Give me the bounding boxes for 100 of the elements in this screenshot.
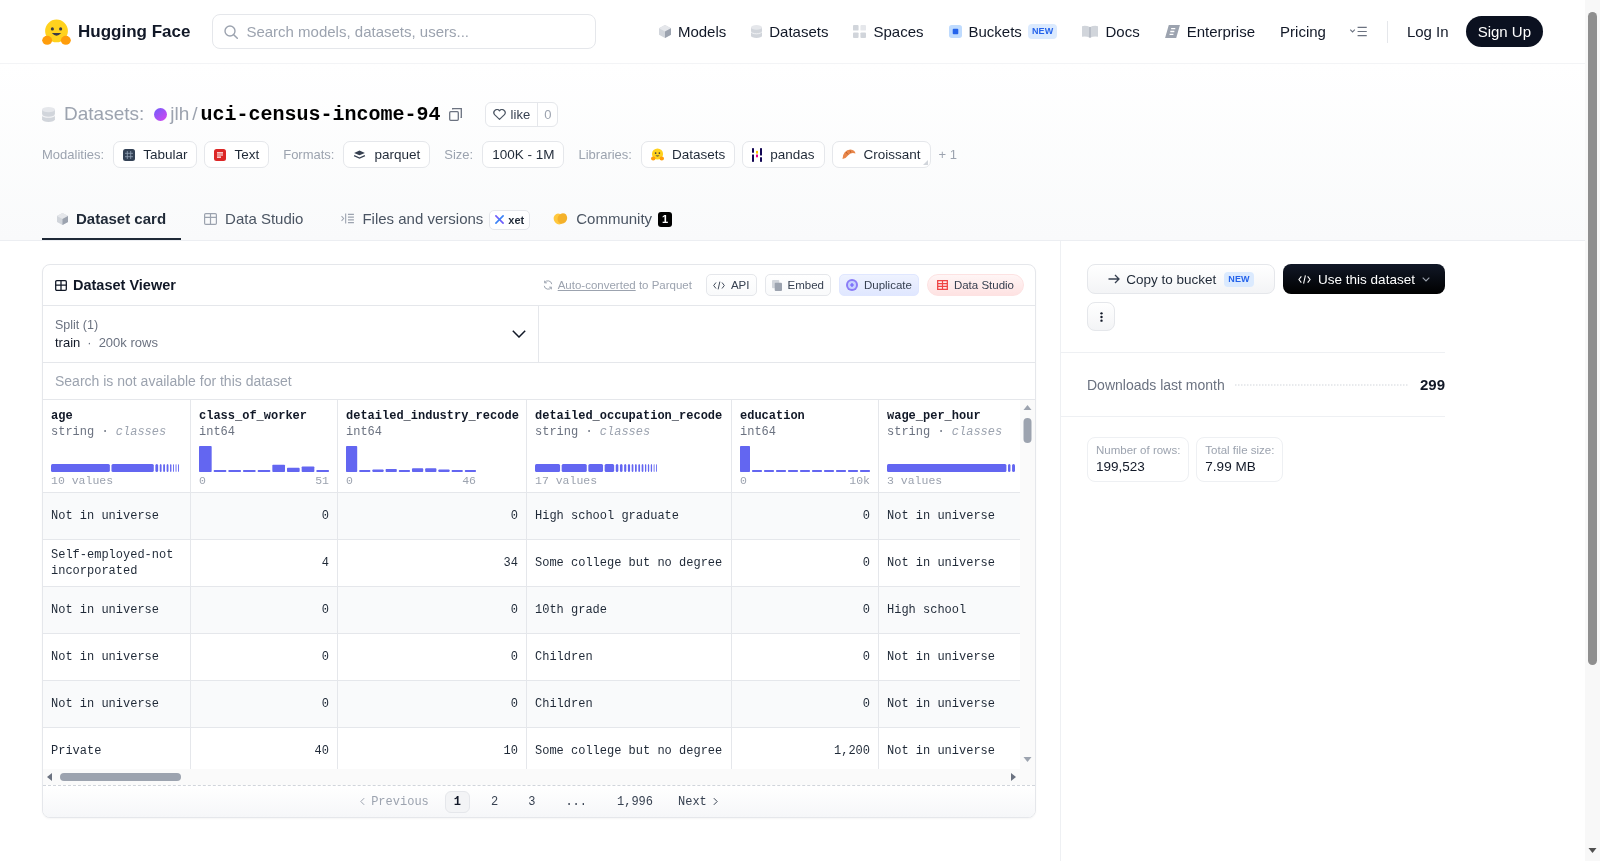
page-scrollbar[interactable] bbox=[1585, 0, 1600, 861]
split-dropdown[interactable]: Split (1) train · 200k rows bbox=[43, 306, 539, 362]
tag-chip[interactable]: Croissant bbox=[831, 141, 931, 168]
nav-link[interactable]: Datasets bbox=[751, 23, 829, 40]
nav-link[interactable]: Spaces bbox=[853, 23, 924, 40]
tab[interactable]: Data Studio bbox=[189, 199, 319, 240]
search-field[interactable]: Search models, datasets, users... bbox=[212, 14, 597, 49]
table-cell: 0 bbox=[862, 555, 870, 571]
tag-chip[interactable]: pandas bbox=[742, 141, 825, 168]
stack-icon bbox=[771, 279, 782, 291]
table-cell: 10 bbox=[503, 743, 518, 759]
table-cell: 10th grade bbox=[535, 602, 607, 618]
table-cell: Not in universe bbox=[51, 696, 160, 712]
column-type: int64 bbox=[346, 424, 383, 440]
page-link[interactable]: 1 bbox=[444, 790, 470, 813]
login-link[interactable]: Log In bbox=[1406, 23, 1449, 40]
column-type: int64 bbox=[740, 424, 777, 440]
heart-icon bbox=[492, 108, 506, 120]
like-count: 0 bbox=[537, 102, 558, 126]
page-link[interactable]: 2 bbox=[482, 790, 508, 813]
tag-chip[interactable]: Datasets bbox=[640, 141, 736, 168]
table-cell: Some college but no degree bbox=[535, 555, 723, 571]
code-icon bbox=[1298, 274, 1312, 284]
viewer-action-button[interactable]: Data Studio bbox=[926, 274, 1024, 296]
page-link[interactable]: 3 bbox=[519, 790, 545, 813]
column-name: education bbox=[740, 408, 806, 424]
table-cell: Not in universe bbox=[887, 696, 996, 712]
table-cell: Not in universe bbox=[887, 555, 996, 571]
nav-link[interactable]: Models bbox=[658, 23, 727, 40]
split-name: train bbox=[55, 335, 81, 350]
sign-up-button[interactable]: Sign Up bbox=[1465, 16, 1543, 47]
vertical-scrollbar[interactable] bbox=[1020, 400, 1035, 769]
vertical-dots-icon bbox=[1099, 311, 1103, 322]
table-cell: 0 bbox=[510, 696, 518, 712]
axis-label: 46 bbox=[462, 474, 476, 488]
refresh-icon bbox=[542, 280, 553, 290]
downloads-count: 299 bbox=[1419, 376, 1445, 393]
table-cell: 34 bbox=[503, 555, 518, 571]
use-dataset-button[interactable]: Use this dataset bbox=[1283, 264, 1445, 294]
stat-label: Number of rows: bbox=[1096, 444, 1181, 456]
table-cell: 0 bbox=[862, 696, 870, 712]
column-name: age bbox=[51, 408, 74, 424]
cube-icon bbox=[658, 25, 671, 38]
tag-chip[interactable]: Tabular bbox=[113, 141, 198, 168]
nav-link[interactable]: Pricing bbox=[1280, 23, 1326, 40]
column-type: string · classes bbox=[51, 424, 168, 440]
table-cell: 0 bbox=[510, 602, 518, 618]
next-page-button[interactable]: Next bbox=[674, 794, 722, 809]
copy-icon[interactable] bbox=[448, 107, 462, 121]
nav-link[interactable]: Enterprise bbox=[1164, 23, 1256, 40]
tab[interactable]: Community bbox=[538, 199, 659, 240]
table-cell: Not in universe bbox=[887, 508, 996, 524]
layers-icon bbox=[353, 150, 367, 159]
table-cell: High school bbox=[887, 602, 967, 618]
horizontal-scrollbar[interactable] bbox=[43, 769, 1035, 786]
database-icon bbox=[42, 106, 55, 122]
repo-name[interactable]: uci-census-income-94 bbox=[200, 102, 441, 126]
table-cell: 0 bbox=[321, 602, 329, 618]
copy-to-bucket-button[interactable]: Copy to bucket NEW bbox=[1087, 264, 1275, 294]
split-label: Split (1) bbox=[55, 318, 100, 332]
menu-icon[interactable] bbox=[1348, 26, 1368, 37]
square-icon bbox=[948, 25, 962, 38]
column-type: int64 bbox=[199, 424, 236, 440]
table-cell: Some college but no degree bbox=[535, 743, 723, 759]
column-type: string · classes bbox=[887, 424, 1004, 440]
nav-link[interactable]: Buckets bbox=[948, 23, 1022, 40]
tab[interactable]: Dataset card bbox=[42, 199, 182, 240]
column-name: detailed_industry_recode bbox=[346, 408, 518, 424]
tag-chip[interactable]: Text bbox=[204, 141, 270, 168]
grid-icon bbox=[123, 148, 136, 161]
viewer-action-button[interactable]: Duplicate bbox=[838, 274, 919, 296]
column-name: class_of_worker bbox=[199, 408, 309, 424]
tag-chip[interactable]: 100K - 1M bbox=[482, 141, 565, 168]
chevron-right-icon bbox=[712, 797, 718, 806]
table-cell: Not in universe bbox=[51, 508, 160, 524]
nav-link[interactable]: Docs bbox=[1082, 23, 1140, 40]
table-cell-text: Self-employed-not incorporated bbox=[51, 547, 175, 579]
more-options-button[interactable] bbox=[1087, 302, 1115, 331]
table-cell: 0 bbox=[321, 649, 329, 665]
tag-chip[interactable]: parquet bbox=[343, 141, 431, 168]
book-icon bbox=[1082, 25, 1099, 38]
table-cell: 1,200 bbox=[834, 743, 870, 759]
table-cell: 0 bbox=[862, 649, 870, 665]
table-icon bbox=[204, 212, 218, 225]
smiling-face-logo[interactable] bbox=[42, 18, 71, 45]
viewer-action-button[interactable]: API bbox=[705, 274, 757, 296]
path-separator: / bbox=[192, 103, 198, 125]
value-count: 17 values bbox=[535, 474, 598, 488]
table-cell: 0 bbox=[510, 508, 518, 524]
like-button[interactable]: like bbox=[485, 102, 538, 126]
tab[interactable]: Files and versions bbox=[326, 199, 490, 240]
brand-name[interactable]: Hugging Face bbox=[78, 21, 191, 42]
viewer-action-button[interactable]: Embed bbox=[764, 274, 831, 296]
cross-icon bbox=[495, 215, 505, 224]
value-count: 3 values bbox=[887, 474, 943, 488]
tag-group-label: Libraries: bbox=[578, 147, 632, 162]
stat-value: 199,523 bbox=[1096, 459, 1146, 474]
page-link[interactable]: ... bbox=[556, 790, 596, 813]
page-link[interactable]: 1,996 bbox=[608, 790, 662, 813]
cube-icon bbox=[57, 212, 68, 225]
